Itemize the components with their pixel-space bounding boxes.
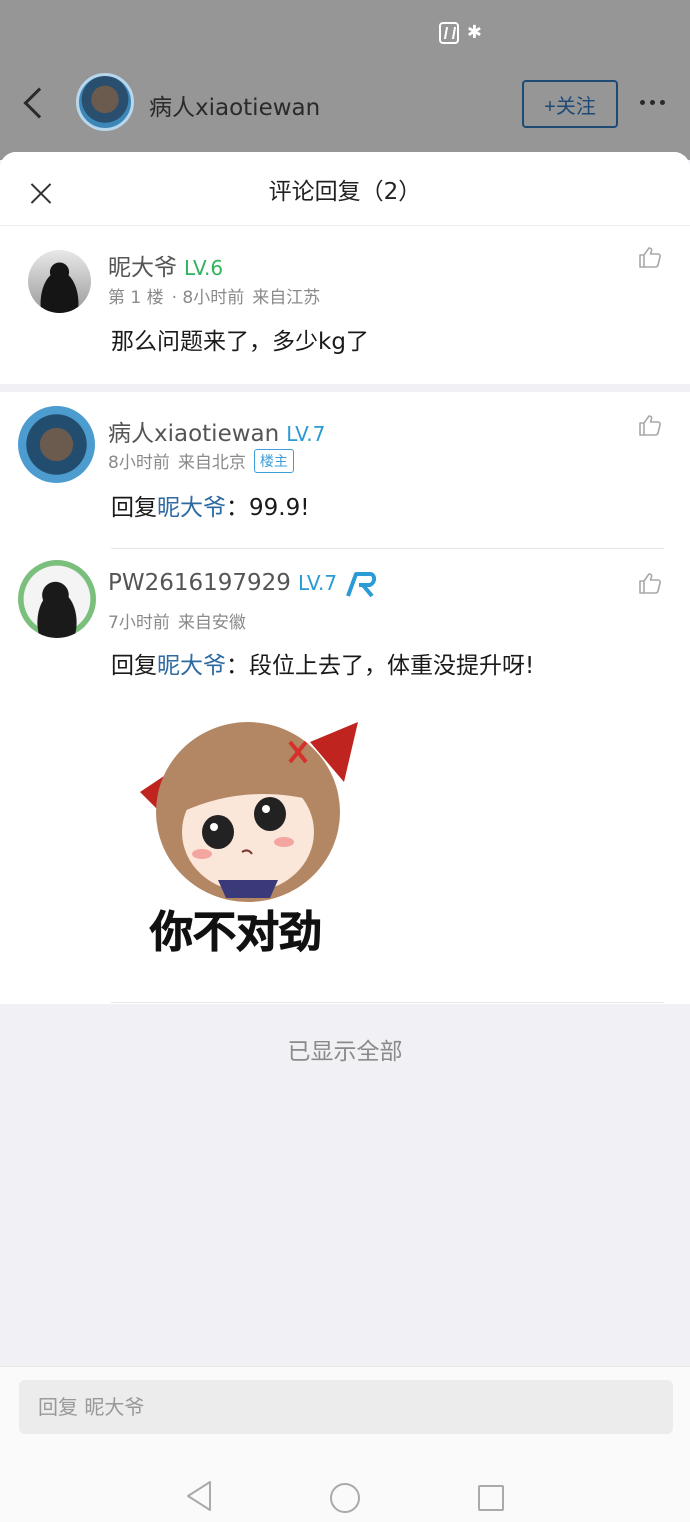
name-line: PW2616197929 LV.7 xyxy=(108,570,378,600)
mention-link[interactable]: 昵大爷 xyxy=(157,653,226,679)
reply-content: ：段位上去了，体重没提升呀! xyxy=(226,653,535,679)
like-icon[interactable] xyxy=(638,572,662,594)
avatar[interactable] xyxy=(18,560,96,638)
floor-number: 第 1 楼 xyxy=(108,288,164,308)
reply-list: 病人xiaotiewan LV.7 8小时前 来自北京 楼主 回复昵大爷：99.… xyxy=(0,392,690,1004)
comment-meta: 第 1 楼 · 8小时前 来自江苏 xyxy=(108,283,320,308)
comment-text[interactable]: 那么问题来了，多少kg了 xyxy=(111,322,369,356)
profile-header: 病人xiaotiewan +关注 xyxy=(0,70,690,160)
nav-recents-icon[interactable] xyxy=(478,1485,504,1511)
like-icon[interactable] xyxy=(638,246,662,268)
follow-button[interactable]: +关注 xyxy=(522,80,618,128)
level-badge: LV.7 xyxy=(297,571,338,595)
level-badge: LV.6 xyxy=(184,256,224,280)
all-shown-label: 已显示全部 xyxy=(287,1039,403,1065)
status-bar: ✱ xyxy=(0,0,690,70)
comment-meta: 8小时前 来自北京 楼主 xyxy=(108,448,294,473)
header-username: 病人xiaotiewan xyxy=(149,95,321,121)
comment-meta: 7小时前 来自安徽 xyxy=(108,608,246,633)
more-icon[interactable] xyxy=(640,100,665,105)
comment-time: 7小时前 xyxy=(108,613,170,633)
divider xyxy=(111,548,664,549)
reply-text[interactable]: 回复昵大爷：段位上去了，体重没提升呀! xyxy=(111,646,534,680)
sheet-header: 评论回复（2） xyxy=(0,152,690,226)
owner-badge: 楼主 xyxy=(253,448,294,473)
mention-link[interactable]: 昵大爷 xyxy=(157,495,226,521)
back-icon[interactable] xyxy=(23,87,55,119)
reply-content: ：99.9! xyxy=(226,495,310,521)
level-badge: LV.7 xyxy=(286,422,326,446)
comment-time: · 8小时前 xyxy=(171,288,245,308)
bluetooth-icon: ✱ xyxy=(466,22,482,43)
comment-location: 来自江苏 xyxy=(252,288,321,308)
comment-location: 来自安徽 xyxy=(177,613,246,633)
comment-location: 来自北京 xyxy=(177,453,246,473)
commenter-name[interactable]: PW2616197929 xyxy=(108,570,291,596)
main-comment: 昵大爷 LV.6 第 1 楼 · 8小时前 来自江苏 那么问题来了，多少kg了 xyxy=(0,226,690,384)
avatar[interactable] xyxy=(18,406,95,483)
commenter-name[interactable]: 昵大爷 xyxy=(108,248,177,282)
reply-text[interactable]: 回复昵大爷：99.9! xyxy=(111,488,309,522)
comment-time: 8小时前 xyxy=(108,453,170,473)
avatar[interactable] xyxy=(28,250,91,313)
reply-input[interactable] xyxy=(19,1380,673,1434)
system-navbar xyxy=(0,1457,690,1522)
nfc-icon xyxy=(438,22,459,44)
nav-back-icon[interactable] xyxy=(184,1479,214,1513)
sheet-title: 评论回复（2） xyxy=(268,179,422,205)
status-icons: ✱ xyxy=(438,22,482,44)
reply-footer xyxy=(0,1366,690,1522)
sticker-caption: 你不对劲 xyxy=(150,908,323,959)
name-line: 病人xiaotiewan LV.7 xyxy=(108,414,325,448)
like-icon[interactable] xyxy=(638,414,662,436)
nav-home-icon[interactable] xyxy=(330,1483,360,1513)
reply-prefix: 回复 xyxy=(111,495,157,521)
avatar[interactable] xyxy=(76,73,134,131)
divider xyxy=(111,1002,664,1003)
name-line: 昵大爷 LV.6 xyxy=(108,248,223,282)
reply-prefix: 回复 xyxy=(111,653,157,679)
vip-badge-icon xyxy=(346,572,377,598)
comment-reply-sheet: 评论回复（2） 昵大爷 LV.6 第 1 楼 · 8小时前 来自江苏 那么问题来… xyxy=(0,152,690,1522)
commenter-name[interactable]: 病人xiaotiewan xyxy=(108,414,279,448)
